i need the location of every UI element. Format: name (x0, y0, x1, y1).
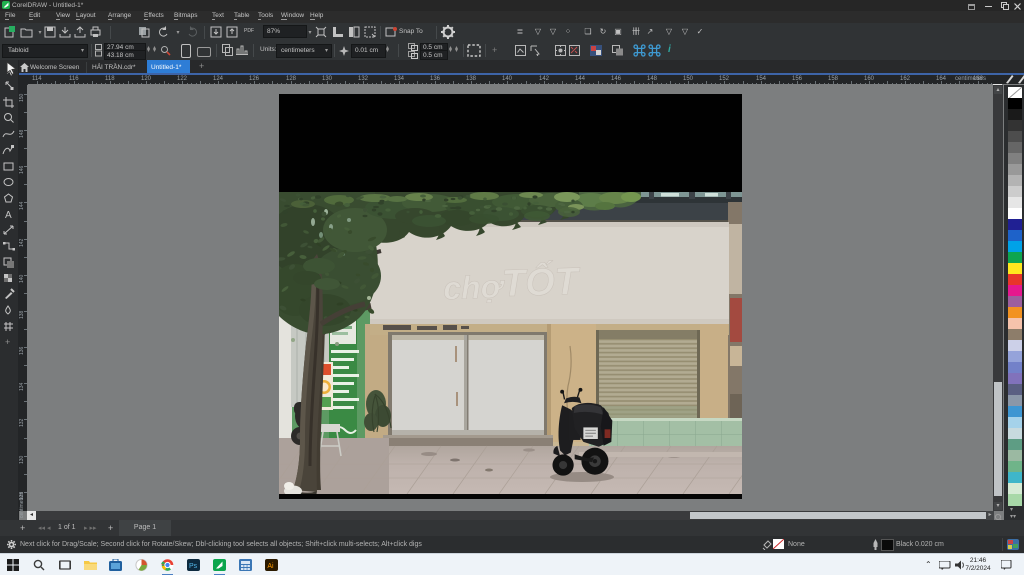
svg-text:Ai: Ai (267, 563, 274, 570)
svg-text:Ps: Ps (189, 563, 198, 570)
svg-text:A: A (5, 210, 12, 221)
